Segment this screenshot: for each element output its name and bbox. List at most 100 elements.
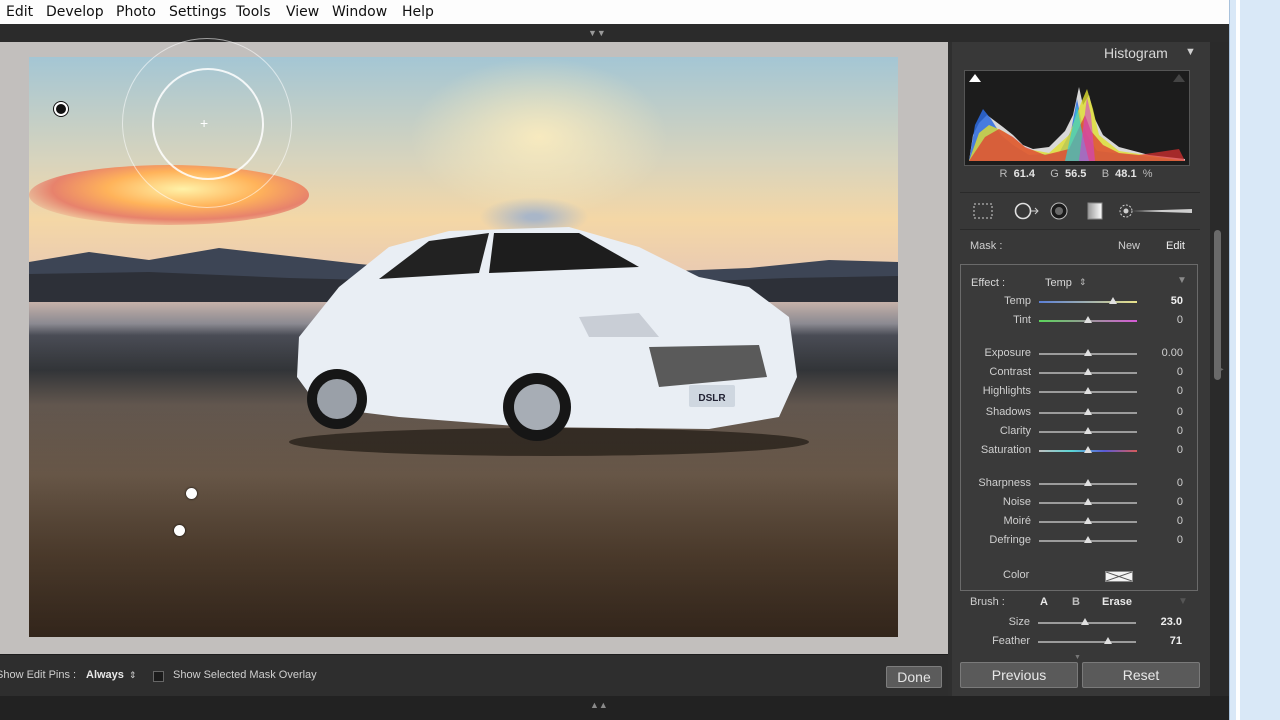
rgb-readout: R 61.4 G 56.5 B 48.1 %	[964, 168, 1188, 180]
slider-value[interactable]: 0.00	[1162, 347, 1183, 359]
slider-defringe[interactable]: Defringe 0	[961, 532, 1197, 550]
slider-knob[interactable]	[1084, 387, 1092, 394]
slider-sharpness[interactable]: Sharpness 0	[961, 475, 1197, 493]
slider-value[interactable]: 0	[1177, 385, 1183, 397]
slider-knob[interactable]	[1084, 427, 1092, 434]
slider-shadows[interactable]: Shadows 0	[961, 404, 1197, 422]
slider-knob[interactable]	[1084, 446, 1092, 453]
select-arrows-icon[interactable]: ⇕	[129, 670, 137, 681]
brush-collapse-icon[interactable]: ▼	[1178, 596, 1188, 607]
show-edit-pins-select[interactable]: Always	[86, 669, 124, 681]
menu-edit[interactable]: Edit	[6, 4, 33, 20]
graduated-filter-tool-icon[interactable]	[1084, 202, 1106, 220]
slider-exposure[interactable]: Exposure 0.00	[961, 345, 1197, 363]
histogram-title[interactable]: Histogram	[1104, 45, 1168, 61]
slider-label: Contrast	[989, 366, 1031, 378]
slider-value[interactable]: 50	[1171, 295, 1183, 307]
slider-value[interactable]: 71	[1170, 635, 1182, 647]
slider-contrast[interactable]: Contrast 0	[961, 364, 1197, 382]
slider-track[interactable]	[1039, 301, 1137, 303]
slider-knob[interactable]	[1084, 479, 1092, 486]
slider-highlights[interactable]: Highlights 0	[961, 383, 1197, 401]
slider-moire[interactable]: Moiré 0	[961, 513, 1197, 531]
slider-value[interactable]: 0	[1177, 406, 1183, 418]
window-edge-inner	[1236, 0, 1240, 720]
highlight-clipping-icon[interactable]	[1173, 74, 1185, 82]
mask-new-button[interactable]: New	[1118, 240, 1140, 252]
bottom-panel-strip[interactable]: ▲▲	[0, 696, 1229, 720]
window-edge	[1229, 0, 1280, 720]
menu-window[interactable]: Window	[332, 4, 387, 20]
brush-b-button[interactable]: B	[1072, 596, 1080, 608]
slider-noise[interactable]: Noise 0	[961, 494, 1197, 512]
collapse-bottom-icon[interactable]: ▲▲	[590, 700, 608, 710]
mask-overlay-label[interactable]: Show Selected Mask Overlay	[173, 669, 317, 681]
slider-value[interactable]: 0	[1177, 477, 1183, 489]
slider-knob[interactable]	[1084, 408, 1092, 415]
previous-button[interactable]: Previous	[960, 662, 1078, 688]
b-label: B	[1101, 168, 1110, 180]
menu-develop[interactable]: Develop	[46, 4, 104, 20]
slider-knob[interactable]	[1084, 536, 1092, 543]
menu-help[interactable]: Help	[402, 4, 434, 20]
shadow-clipping-icon[interactable]	[969, 74, 981, 82]
slider-value[interactable]: 0	[1177, 425, 1183, 437]
r-value: 61.4	[1013, 168, 1036, 180]
panel-expand-arrow-icon[interactable]: ▶	[1216, 364, 1224, 375]
slider-value[interactable]: 0	[1177, 534, 1183, 546]
slider-clarity[interactable]: Clarity 0	[961, 423, 1197, 441]
slider-value[interactable]: 0	[1177, 314, 1183, 326]
collapse-top-icon[interactable]: ▼▼	[588, 28, 606, 38]
slider-knob[interactable]	[1084, 349, 1092, 356]
g-label: G	[1050, 168, 1059, 180]
edit-pin[interactable]	[186, 488, 197, 499]
mask-row: Mask : New Edit	[960, 232, 1200, 258]
mask-edit-pin[interactable]	[54, 102, 68, 116]
effect-select-arrows-icon[interactable]: ⇕	[1079, 277, 1087, 288]
slider-knob[interactable]	[1084, 517, 1092, 524]
slider-tint[interactable]: Tint 0	[961, 312, 1197, 330]
effect-collapse-icon[interactable]: ▼	[1177, 275, 1187, 286]
slider-knob[interactable]	[1084, 316, 1092, 323]
color-swatch[interactable]	[1105, 571, 1133, 582]
effect-select[interactable]: Temp	[1045, 277, 1072, 289]
slider-brush-feather[interactable]: Feather 71	[960, 633, 1196, 651]
menu-tools[interactable]: Tools	[236, 4, 271, 20]
histogram-collapse-icon[interactable]: ▼	[1185, 46, 1196, 58]
slider-label: Feather	[992, 635, 1030, 647]
slider-label: Defringe	[989, 534, 1031, 546]
done-button[interactable]: Done	[886, 666, 942, 688]
red-eye-tool-icon[interactable]	[1048, 202, 1070, 220]
scrollbar-thumb[interactable]	[1214, 230, 1221, 380]
mask-edit-button[interactable]: Edit	[1166, 240, 1185, 252]
slider-track[interactable]	[1038, 641, 1136, 643]
slider-brush-size[interactable]: Size 23.0	[960, 614, 1196, 632]
slider-knob[interactable]	[1081, 618, 1090, 625]
menu-settings[interactable]: Settings	[169, 4, 226, 20]
slider-value[interactable]: 0	[1177, 515, 1183, 527]
slider-temp[interactable]: Temp 50	[961, 293, 1197, 311]
slider-saturation[interactable]: Saturation 0	[961, 442, 1197, 460]
reset-button[interactable]: Reset	[1082, 662, 1200, 688]
adjustment-brush-tool-icon[interactable]	[1118, 202, 1194, 220]
slider-knob[interactable]	[1103, 637, 1112, 644]
slider-value[interactable]: 23.0	[1161, 616, 1182, 628]
mask-overlay-checkbox[interactable]	[153, 671, 164, 682]
slider-value[interactable]: 0	[1177, 366, 1183, 378]
slider-knob[interactable]	[1084, 498, 1092, 505]
edit-pin[interactable]	[174, 525, 185, 536]
tool-strip	[960, 192, 1200, 230]
crop-tool-icon[interactable]	[972, 202, 994, 220]
slider-knob[interactable]	[1084, 368, 1092, 375]
brush-erase-button[interactable]: Erase	[1102, 596, 1132, 608]
brush-a-button[interactable]: A	[1040, 596, 1048, 608]
menu-photo[interactable]: Photo	[116, 4, 156, 20]
slider-knob[interactable]	[1108, 297, 1117, 304]
spot-removal-tool-icon[interactable]	[1012, 202, 1040, 220]
slider-value[interactable]: 0	[1177, 444, 1183, 456]
panel-grip-icon[interactable]: ▼	[1074, 654, 1081, 661]
menu-view[interactable]: View	[286, 4, 319, 20]
brush-crosshair-icon: +	[200, 115, 209, 131]
slider-value[interactable]: 0	[1177, 496, 1183, 508]
top-panel-strip[interactable]: ▼▼	[0, 24, 1229, 42]
